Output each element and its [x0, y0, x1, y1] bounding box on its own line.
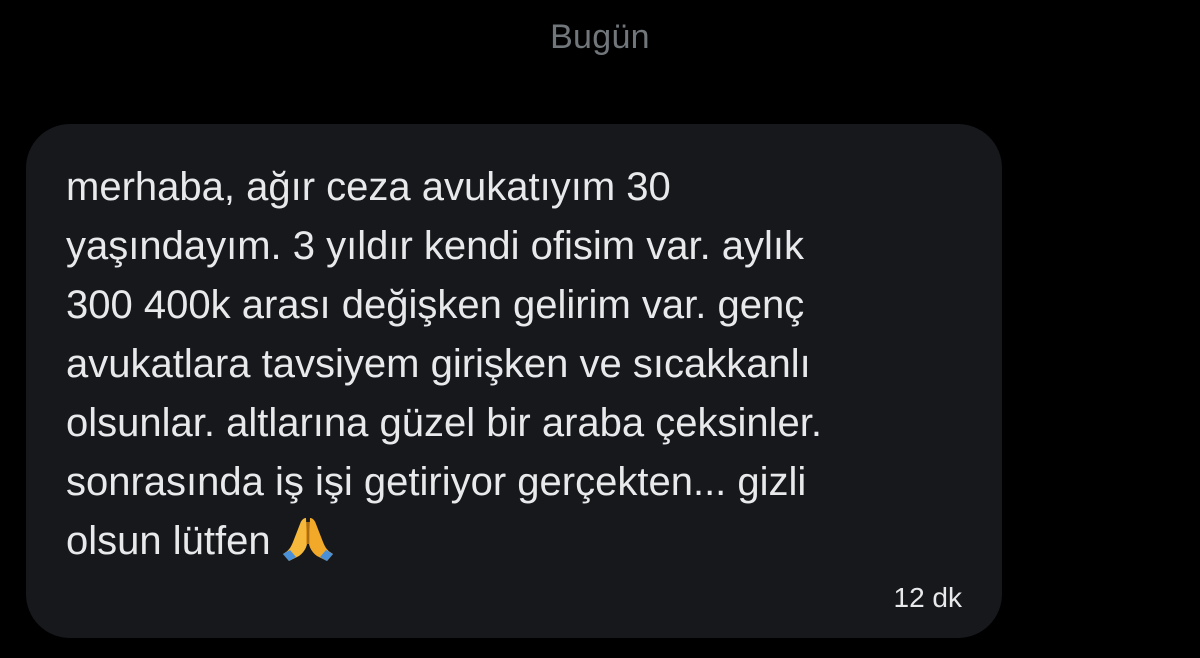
message-line: 300 400k arası değişken gelirim var. gen… [66, 283, 805, 327]
date-separator: Bugün [550, 18, 650, 56]
received-message-bubble[interactable]: merhaba, ağır ceza avukatıyım 30 yaşında… [26, 124, 1002, 638]
message-line: yaşındayım. 3 yıldır kendi ofisim var. a… [66, 224, 805, 268]
message-text: merhaba, ağır ceza avukatıyım 30 yaşında… [66, 158, 966, 579]
message-line: olsunlar. altlarına güzel bir araba çeks… [66, 401, 822, 445]
message-line: olsun lütfen [66, 519, 271, 563]
message-line: sonrasında iş işi getiriyor gerçekten...… [66, 460, 807, 504]
message-line: avukatlara tavsiyem girişken ve sıcakkan… [66, 342, 811, 386]
message-line: merhaba, ağır ceza avukatıyım 30 [66, 165, 671, 209]
folded-hands-emoji-icon [279, 512, 337, 579]
message-timestamp: 12 dk [893, 582, 963, 613]
